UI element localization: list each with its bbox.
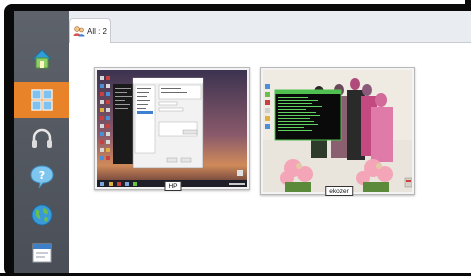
users-icon [73, 26, 85, 37]
sidebar-item-support[interactable] [20, 121, 64, 157]
tab-all[interactable]: All : 2 [69, 18, 111, 43]
family-photo-preview-image [263, 70, 412, 192]
headset-icon [32, 128, 52, 148]
remote-screen-preview [97, 70, 247, 187]
tab-bar: All : 2 [69, 11, 471, 43]
tab-label: All : 2 [87, 26, 108, 36]
computer-name-label: ekozer [325, 186, 353, 196]
app-window: ? All: 2 HP ekozer [14, 11, 471, 276]
grid-view-icon [30, 89, 53, 111]
remote-screen-preview [263, 70, 412, 192]
sidebar-item-window[interactable] [20, 235, 64, 271]
sidebar-item-web[interactable] [20, 197, 64, 233]
svg-text:?: ? [39, 169, 45, 182]
sidebar: ? [14, 11, 69, 276]
help-icon: ? [30, 165, 54, 189]
computer-thumbnail-ekozer[interactable]: ekozer [260, 67, 415, 196]
sidebar-item-home[interactable] [20, 41, 64, 77]
window-icon [32, 243, 52, 263]
computer-name-label: HP [164, 181, 182, 191]
sidebar-item-help[interactable]: ? [20, 159, 64, 195]
computers-grid: HP ekozer [69, 43, 471, 276]
computer-thumbnail-hp[interactable]: HP [94, 67, 250, 191]
globe-icon [31, 204, 53, 226]
desktop-preview-image [97, 70, 247, 187]
sidebar-item-computers[interactable] [14, 82, 69, 118]
home-icon [31, 49, 53, 69]
